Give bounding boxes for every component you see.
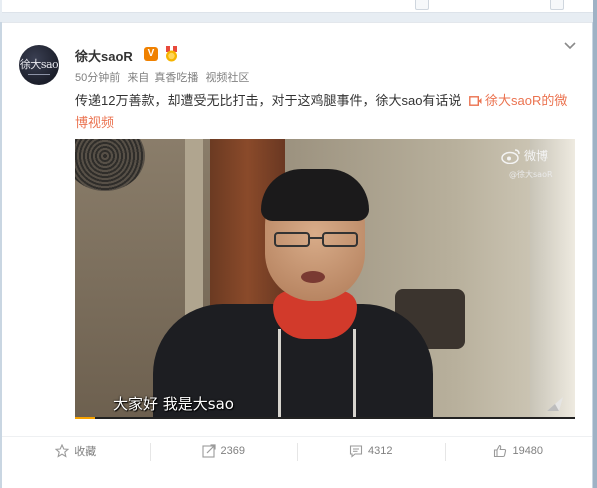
like-count: 19480	[512, 444, 544, 457]
post-body: 传递12万善款，却遭受无比打击，对于这鸡腿事件，徐大sao有话说	[75, 93, 462, 108]
page-edge	[593, 0, 597, 488]
watermark-text: 微博	[524, 149, 549, 163]
person-figure	[353, 329, 356, 419]
comment-count: 4312	[368, 444, 393, 457]
comment-button[interactable]: 4312	[297, 437, 445, 464]
video-progress-track[interactable]	[75, 417, 575, 419]
video-subtitle: 大家好 我是大sao	[113, 395, 234, 413]
repost-icon	[201, 443, 216, 458]
post-meta: 50分钟前 来自 真香吃播 视频社区	[75, 69, 253, 85]
video-background	[530, 139, 575, 419]
person-figure	[301, 271, 325, 283]
prev-card-button[interactable]	[415, 0, 429, 10]
fullscreen-icon[interactable]	[545, 395, 565, 413]
watermark-user: @徐大saoR	[509, 170, 553, 179]
post-time[interactable]: 50分钟前	[75, 72, 120, 84]
thumbs-up-icon	[494, 444, 507, 457]
avatar-underline	[28, 73, 50, 75]
repost-button[interactable]: 2369	[149, 437, 298, 464]
source-prefix: 来自	[127, 72, 150, 84]
avatar-text: 徐大sao	[19, 57, 59, 71]
video-link-icon	[469, 96, 482, 106]
v-verified-icon[interactable]: V	[144, 47, 158, 61]
video-progress-fill	[75, 417, 95, 419]
action-bar: 收藏 2369 4312 19480	[2, 436, 592, 464]
post-source[interactable]: 真香吃播	[154, 72, 198, 84]
star-icon	[55, 443, 70, 458]
chevron-down-icon[interactable]	[563, 41, 577, 51]
like-button[interactable]: 19480	[444, 437, 593, 464]
post-community[interactable]: 视频社区	[205, 72, 249, 84]
weibo-post-card: 徐大sao 徐大saoR V 50分钟前 来自 真香吃播 视频社区 传递12万善…	[2, 22, 592, 488]
favorite-button[interactable]: 收藏	[2, 437, 150, 464]
repost-count: 2369	[220, 444, 245, 457]
weibo-watermark: 微博	[501, 147, 548, 164]
person-figure	[278, 329, 281, 419]
weibo-logo-icon	[501, 148, 520, 164]
person-figure	[261, 169, 369, 221]
video-player[interactable]: 微博 @徐大saoR 大家好 我是大sao	[75, 139, 575, 419]
comment-icon	[349, 444, 363, 458]
person-figure	[274, 232, 358, 247]
medal-icon[interactable]	[164, 46, 179, 62]
avatar[interactable]: 徐大sao	[19, 45, 59, 85]
previous-card-bottom	[2, 0, 593, 13]
favorite-label: 收藏	[74, 445, 97, 458]
post-text: 传递12万善款，却遭受无比打击，对于这鸡腿事件，徐大sao有话说 徐大saoR的…	[75, 90, 575, 134]
prev-card-button[interactable]	[550, 0, 564, 10]
author-name[interactable]: 徐大saoR	[75, 46, 133, 65]
